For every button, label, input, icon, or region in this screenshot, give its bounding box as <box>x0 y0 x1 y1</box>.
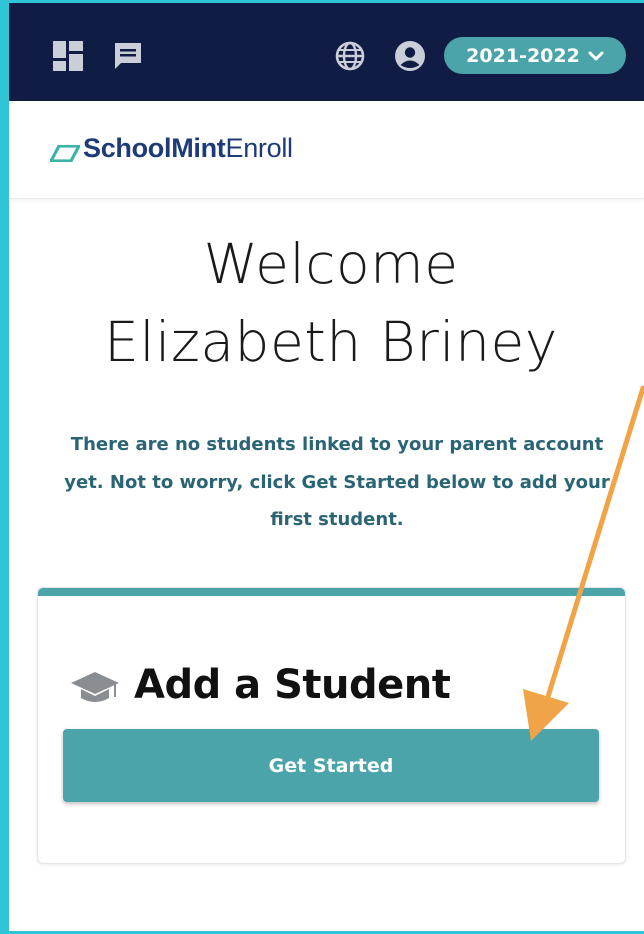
brand-name-bold: SchoolMint <box>83 133 226 163</box>
dashboard-icon[interactable] <box>53 41 83 71</box>
account-icon[interactable] <box>394 40 426 72</box>
welcome-heading: Welcome <box>203 232 459 296</box>
user-name-heading: Elizabeth Briney <box>104 310 558 374</box>
app-frame: 2021-2022 SchoolMintEnroll Welcome Eliza… <box>0 0 644 934</box>
globe-icon[interactable] <box>334 40 366 72</box>
brand-name-light: Enroll <box>225 133 293 163</box>
school-year-label: 2021-2022 <box>466 44 580 67</box>
add-student-card: Add a Student Get Started <box>37 587 626 864</box>
chevron-down-icon <box>588 51 604 60</box>
notice-line: first student. <box>270 509 404 530</box>
notice-line: There are no students linked to your par… <box>70 434 604 455</box>
card-accent-bar <box>38 588 625 596</box>
schoolmint-logo-icon <box>50 145 80 162</box>
get-started-button[interactable]: Get Started <box>63 729 599 802</box>
no-students-message: There are no students linked to your par… <box>39 426 635 539</box>
chat-icon[interactable] <box>113 41 143 71</box>
top-nav-bar: 2021-2022 <box>9 3 644 101</box>
brand-name[interactable]: SchoolMintEnroll <box>83 133 293 164</box>
school-year-selector[interactable]: 2021-2022 <box>444 37 626 74</box>
graduation-cap-icon <box>71 672 119 702</box>
add-student-title: Add a Student <box>134 662 451 708</box>
notice-line: yet. Not to worry, click Get Started bel… <box>64 471 610 493</box>
